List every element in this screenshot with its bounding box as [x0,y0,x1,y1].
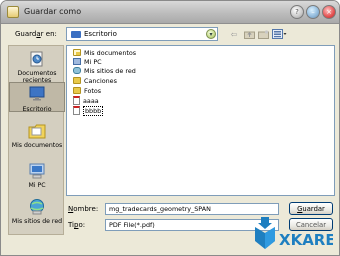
places-bar: Documentos recientes Escritorio Mis docu… [8,45,65,235]
desktop-icon [28,86,46,104]
close-button[interactable]: × [322,5,336,19]
xkare-watermark-logo: XKARE [253,213,336,253]
watermark-text: XKARE [279,231,333,249]
help-icon: ? [295,8,299,16]
minimize-icon: – [311,8,315,16]
new-folder-button[interactable] [257,28,269,40]
list-item[interactable]: Canciones [73,76,117,85]
place-desktop[interactable]: Escritorio [9,82,65,113]
my-computer-icon [73,58,81,65]
views-menu-icon [271,29,286,39]
help-button[interactable]: ? [290,5,304,19]
dialog-icon [7,6,19,18]
place-my-computer[interactable]: Mi PC [9,162,65,189]
save-in-label: Guardar en: [15,30,57,38]
views-menu-button[interactable] [271,28,287,40]
list-item[interactable]: Mis documentos [73,48,136,57]
pdf-file-icon [73,106,80,115]
desktop-folder-icon [71,31,81,38]
place-network[interactable]: Mis sitios de red [9,198,65,225]
folder-icon [73,77,81,84]
back-arrow-icon: ⇦ [230,29,238,39]
list-item[interactable]: Mis sitios de red [73,66,136,75]
place-my-documents[interactable]: Mis documentos [9,122,65,149]
back-button[interactable]: ⇦ [227,28,241,40]
close-icon: × [326,8,332,16]
minimize-button[interactable]: – [306,5,320,19]
my-documents-folder-icon [73,49,81,56]
my-computer-icon [28,162,46,180]
new-folder-icon [257,29,269,39]
window-title: Guardar como [24,7,82,16]
list-item-selected[interactable]: bbbb [73,105,104,116]
filetype-label: Tipo: [68,221,86,229]
up-folder-icon [243,31,255,39]
save-in-combo[interactable]: Escritorio ▾ [66,27,218,41]
folder-icon [73,87,81,94]
filename-label: Nombre: [68,205,99,213]
recent-documents-icon [28,50,46,68]
chevron-down-icon[interactable]: ▾ [206,29,216,39]
place-recent-documents[interactable]: Documentos recientes [9,50,65,84]
save-as-dialog: Guardar como ? – × Guardar en: Escritori… [0,0,340,256]
network-places-icon [28,198,46,216]
file-list[interactable]: Mis documentos Mi PC Mis sitios de red C… [66,45,335,196]
save-in-value: Escritorio [84,30,117,38]
list-item[interactable]: Fotos [73,86,101,95]
title-bar[interactable]: Guardar como ? – × [1,1,339,24]
my-documents-icon [28,122,46,140]
up-folder-button[interactable] [243,28,255,40]
network-places-icon [73,67,81,74]
list-item[interactable]: aaaa [73,96,99,105]
pdf-file-icon [73,96,80,105]
list-item[interactable]: Mi PC [73,57,102,66]
